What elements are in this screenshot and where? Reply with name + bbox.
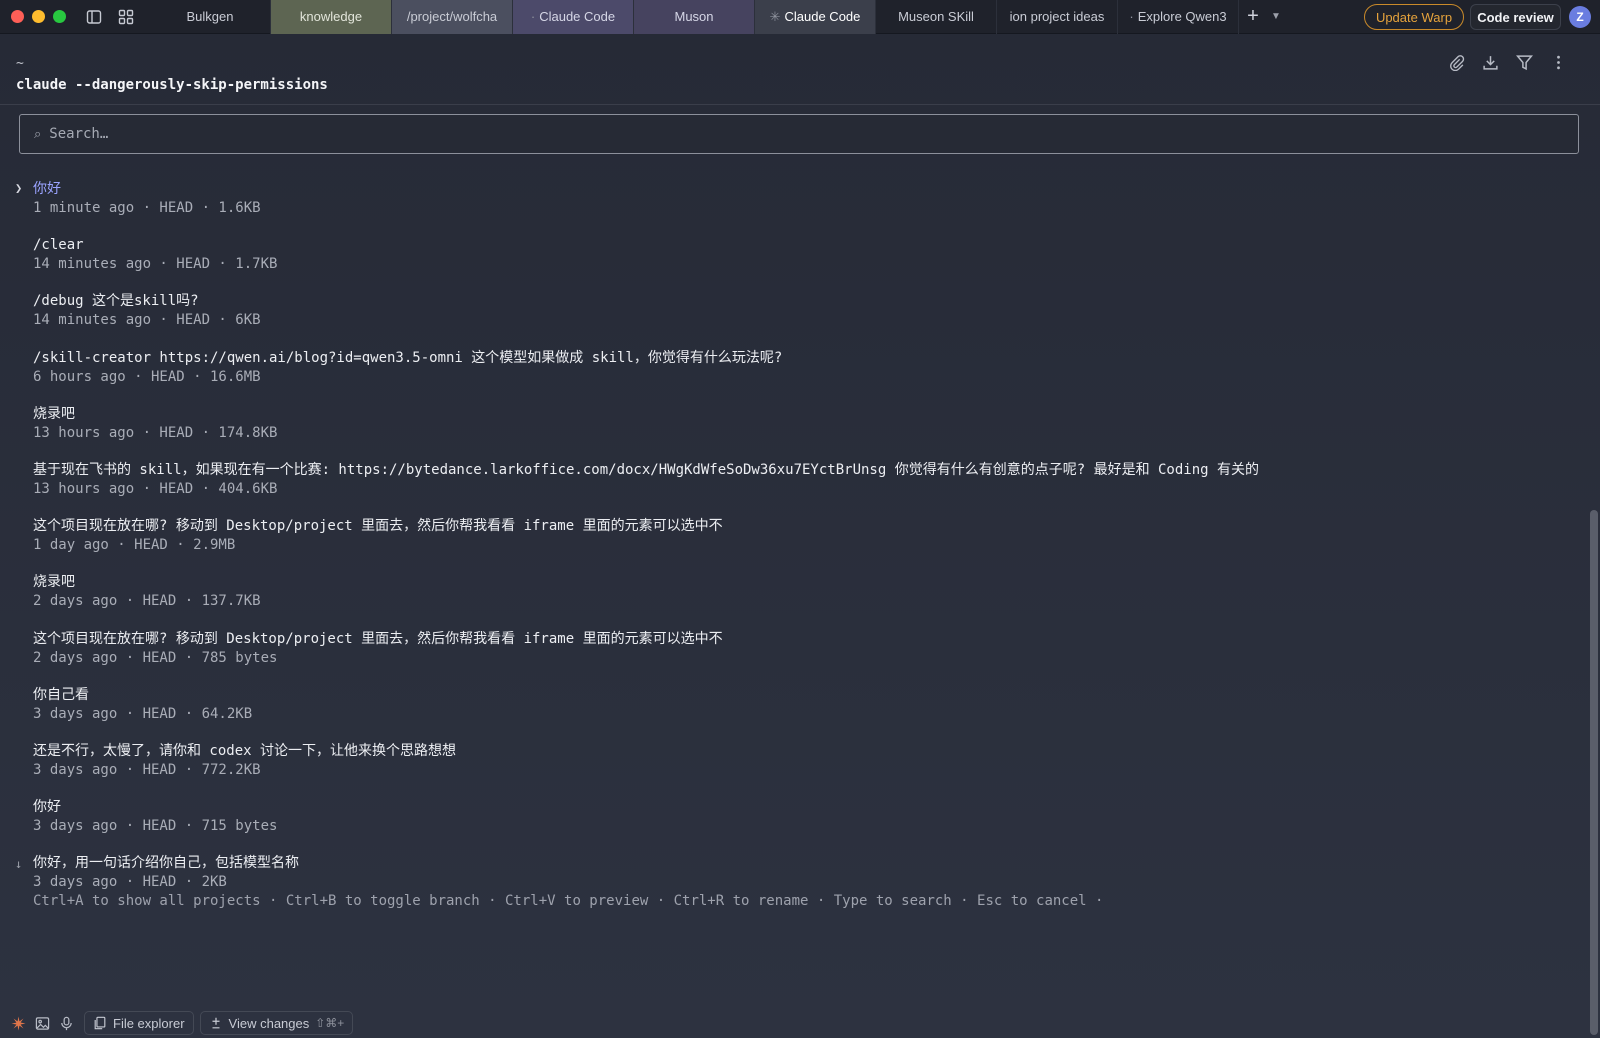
conversation-title: 基于现在飞书的 skill，如果现在有一个比赛: https://bytedan… xyxy=(33,461,1260,478)
tab-label: ion project ideas xyxy=(1009,9,1105,24)
update-warp-button[interactable]: Update Warp xyxy=(1364,4,1464,30)
bottom-toolbar: File explorer View changes ⇧⌘+ xyxy=(0,1010,1600,1036)
scrollbar-thumb[interactable] xyxy=(1590,510,1598,1035)
conversation-list: ❯ 你好 1 minute ago · HEAD · 1.6KB /clear … xyxy=(0,180,1580,910)
conversation-title: 你好 xyxy=(33,181,61,197)
conversation-title: 你好 xyxy=(33,799,61,816)
list-item[interactable]: 你好 3 days ago · HEAD · 715 bytes xyxy=(0,798,1580,854)
filter-icon[interactable] xyxy=(1514,52,1534,72)
list-item[interactable]: 这个项目现在放在哪? 移动到 Desktop/project 里面去，然后你帮我… xyxy=(0,517,1580,573)
tab-label: Claude Code xyxy=(784,9,861,24)
file-explorer-button[interactable]: File explorer xyxy=(84,1011,194,1035)
tab-bar: Bulkgen knowledge /project/wolfcha · Clau… xyxy=(150,0,1285,34)
tab-label: Bulkgen xyxy=(186,9,234,24)
tab-bulkgen[interactable]: Bulkgen xyxy=(150,0,271,34)
conversation-title: /clear xyxy=(33,237,84,254)
command-line: claude --dangerously-skip-permissions xyxy=(16,77,328,93)
conversation-meta: 3 days ago · HEAD · 64.2KB xyxy=(33,705,253,722)
conversation-title: 还是不行，太慢了，请你和 codex 讨论一下，让他来换个思路想想 xyxy=(33,742,456,759)
tab-claude-code-active[interactable]: ✳ Claude Code xyxy=(755,0,876,34)
sidebar-toggle-icon[interactable] xyxy=(78,0,110,34)
avatar[interactable]: Z xyxy=(1569,6,1591,28)
conversation-title: 烧录吧 xyxy=(33,405,75,422)
files-icon xyxy=(94,1016,106,1030)
image-icon[interactable] xyxy=(30,1011,54,1035)
tab-status-dot: · xyxy=(1129,9,1134,24)
list-item[interactable]: 这个项目现在放在哪? 移动到 Desktop/project 里面去，然后你帮我… xyxy=(0,630,1580,686)
claude-sparkle-icon[interactable] xyxy=(6,1011,30,1035)
keyboard-hints: Ctrl+A to show all projects · Ctrl+B to … xyxy=(33,893,1104,909)
conversation-meta: 3 days ago · HEAD · 772.2KB xyxy=(33,761,261,778)
conversation-title: /debug 这个是skill吗? xyxy=(33,293,199,310)
title-bar: Bulkgen knowledge /project/wolfcha · Clau… xyxy=(0,0,1600,34)
conversation-meta: 2 days ago · HEAD · 137.7KB xyxy=(33,593,261,610)
conversation-title: 你好，用一句话介绍你自己，包括模型名称 xyxy=(33,855,299,872)
view-changes-button[interactable]: View changes ⇧⌘+ xyxy=(199,1011,354,1035)
more-options-icon[interactable] xyxy=(1548,52,1568,72)
diff-icon xyxy=(212,1017,220,1029)
shortcut-hint: ⇧⌘+ xyxy=(315,1016,345,1030)
tab-label: Museon SKill xyxy=(898,9,974,24)
chevron-down-icon[interactable]: ▼ xyxy=(1267,0,1285,34)
close-window-button[interactable] xyxy=(11,10,24,23)
tab-explore-qwen[interactable]: · Explore Qwen3 xyxy=(1118,0,1239,34)
conversation-meta: 14 minutes ago · HEAD · 1.7KB xyxy=(33,256,278,273)
minimize-window-button[interactable] xyxy=(32,10,45,23)
list-item[interactable]: /debug 这个是skill吗? 14 minutes ago · HEAD … xyxy=(0,292,1580,348)
conversation-title: 这个项目现在放在哪? 移动到 Desktop/project 里面去，然后你帮我… xyxy=(33,630,723,647)
tab-label: Claude Code xyxy=(539,9,616,24)
conversation-meta: 6 hours ago · HEAD · 16.6MB xyxy=(33,368,261,385)
tab-status-dot: · xyxy=(530,9,536,24)
tab-knowledge[interactable]: knowledge xyxy=(271,0,392,34)
conversation-meta: 3 days ago · HEAD · 715 bytes xyxy=(33,818,278,835)
search-box[interactable]: ⌕ xyxy=(19,114,1579,154)
tab-label: Muson xyxy=(674,9,714,24)
working-directory: ~ xyxy=(16,56,24,71)
maximize-window-button[interactable] xyxy=(53,10,66,23)
conversation-meta: 1 minute ago · HEAD · 1.6KB xyxy=(33,200,261,216)
conversation-meta: 2 days ago · HEAD · 785 bytes xyxy=(33,649,278,666)
tab-claude-code[interactable]: · Claude Code xyxy=(513,0,634,34)
selected-indicator-icon: ❯ xyxy=(15,181,23,195)
list-item[interactable]: ❯ 你好 1 minute ago · HEAD · 1.6KB xyxy=(0,180,1580,236)
list-item[interactable]: 你自己看 3 days ago · HEAD · 64.2KB xyxy=(0,686,1580,742)
list-item[interactable]: 基于现在飞书的 skill，如果现在有一个比赛: https://bytedan… xyxy=(0,461,1580,517)
list-item[interactable]: /clear 14 minutes ago · HEAD · 1.7KB xyxy=(0,236,1580,292)
list-item[interactable]: 还是不行，太慢了，请你和 codex 讨论一下，让他来换个思路想想 3 days… xyxy=(0,742,1580,798)
conversation-meta: 13 hours ago · HEAD · 404.6KB xyxy=(33,480,278,497)
block-actions xyxy=(1446,52,1568,72)
list-item[interactable]: /skill-creator https://qwen.ai/blog?id=q… xyxy=(0,349,1580,405)
new-tab-plus-icon[interactable]: + xyxy=(1239,0,1267,34)
conversation-meta: 3 days ago · HEAD · 2KB xyxy=(33,874,227,891)
list-item[interactable]: 烧录吧 2 days ago · HEAD · 137.7KB xyxy=(0,573,1580,629)
grid-icon[interactable] xyxy=(110,0,142,34)
tab-label: knowledge xyxy=(299,9,363,24)
tab-museon-skill[interactable]: Museon SKill xyxy=(876,0,997,34)
conversation-meta: 14 minutes ago · HEAD · 6KB xyxy=(33,312,261,329)
conversation-title: 烧录吧 xyxy=(33,574,75,591)
paperclip-icon[interactable] xyxy=(1446,52,1466,72)
tab-project-ideas[interactable]: ion project ideas xyxy=(997,0,1118,34)
view-changes-label: View changes xyxy=(228,1015,310,1031)
tab-wolfcha[interactable]: /project/wolfcha xyxy=(392,0,513,34)
tab-muson[interactable]: Muson xyxy=(634,0,755,34)
conversation-title: 这个项目现在放在哪? 移动到 Desktop/project 里面去，然后你帮我… xyxy=(33,518,723,535)
conversation-meta: 1 day ago · HEAD · 2.9MB xyxy=(33,537,236,554)
download-icon[interactable] xyxy=(1480,52,1500,72)
tab-label: Explore Qwen3 xyxy=(1137,9,1227,24)
code-review-button[interactable]: Code review xyxy=(1470,4,1561,30)
microphone-icon[interactable] xyxy=(54,1011,78,1035)
search-input[interactable] xyxy=(49,126,1450,142)
tab-status-icon: ✳ xyxy=(769,8,781,24)
file-explorer-label: File explorer xyxy=(113,1015,185,1031)
window-controls xyxy=(0,10,78,23)
list-item[interactable]: 烧录吧 13 hours ago · HEAD · 174.8KB xyxy=(0,405,1580,461)
conversation-title: /skill-creator https://qwen.ai/blog?id=q… xyxy=(33,349,783,366)
arrow-down-icon: ↓ xyxy=(15,857,23,872)
conversation-meta: 13 hours ago · HEAD · 174.8KB xyxy=(33,424,278,441)
tab-label: /project/wolfcha xyxy=(406,9,498,24)
search-icon: ⌕ xyxy=(34,126,42,141)
divider xyxy=(0,104,1600,105)
conversation-title: 你自己看 xyxy=(33,686,89,703)
